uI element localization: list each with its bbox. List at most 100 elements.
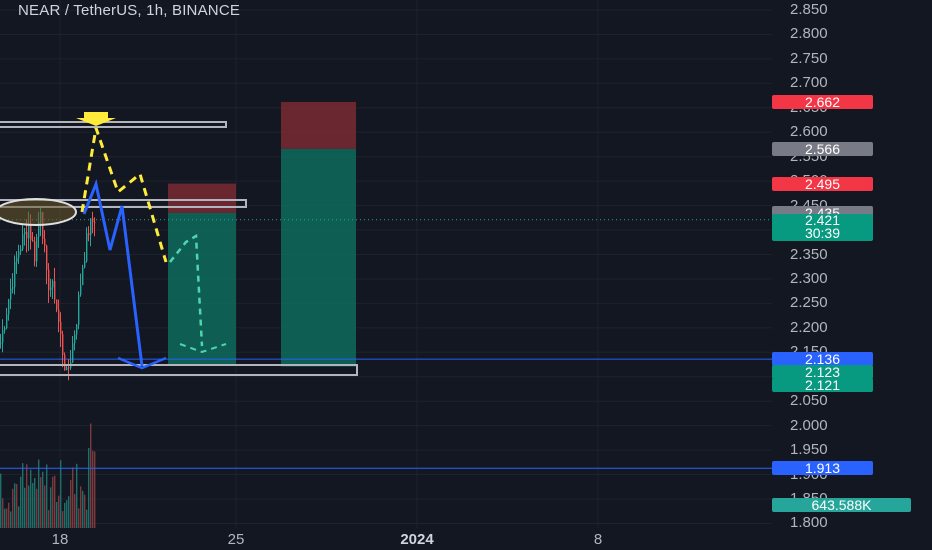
volume-bar <box>14 483 16 528</box>
volume-bar <box>38 459 40 528</box>
candle-body <box>74 334 76 344</box>
volume-bar <box>32 483 34 528</box>
price-tick-label: 1.950 <box>790 441 828 459</box>
candle-body <box>58 309 60 322</box>
volume-bar <box>6 508 8 528</box>
volume-bar <box>52 476 54 528</box>
price-tick-label: 2.750 <box>790 49 828 67</box>
candle-body <box>46 245 48 270</box>
candle-body <box>20 248 22 252</box>
resistance-box <box>0 121 227 128</box>
price-tick-label: 2.350 <box>790 245 828 263</box>
candle-body <box>66 367 68 371</box>
candle-body <box>54 281 56 300</box>
candle-body <box>34 241 36 262</box>
volume-bar <box>22 463 24 528</box>
volume-bar <box>2 498 4 528</box>
blue-projection-path <box>82 178 144 367</box>
price-tick-label: 2.850 <box>790 1 828 18</box>
price-tick-label: 2.300 <box>790 269 828 287</box>
volume-bar <box>80 486 82 528</box>
volume-bar <box>94 451 96 528</box>
candle-body <box>72 343 74 363</box>
price-tag-stop-price-2: 2.495 <box>772 175 873 192</box>
volume-bar <box>20 476 22 528</box>
volume-bar <box>88 447 90 528</box>
price-tag-stop-price: 2.662 <box>772 93 873 110</box>
volume-bar <box>30 469 32 528</box>
stop-zone-2 <box>281 101 356 149</box>
price-tick-label: 2.250 <box>790 294 828 312</box>
volume-bar <box>78 508 80 528</box>
candle-body <box>52 281 54 288</box>
candle-body <box>48 269 50 291</box>
yellow-projection-path <box>80 127 168 263</box>
volume-bar <box>76 463 78 528</box>
candlestick-series <box>0 208 96 381</box>
price-tag-value: 1.913 <box>804 460 841 477</box>
candle-body <box>8 299 10 315</box>
volume-bar <box>74 494 76 528</box>
candle-body <box>50 287 52 291</box>
volume-bar <box>12 488 14 528</box>
candle-body <box>82 267 84 286</box>
volume-bar <box>42 471 44 528</box>
volume-bar <box>16 483 18 528</box>
price-tag-target-price-2: 2.121 <box>772 378 873 393</box>
candle-body <box>90 218 92 236</box>
chart-grid <box>0 0 772 528</box>
volume-bar <box>56 501 58 528</box>
volume-bars <box>0 423 96 528</box>
candle-body <box>12 287 14 289</box>
price-tick-label: 2.800 <box>790 25 828 43</box>
symbol-title[interactable]: NEAR / TetherUS, 1h, BINANCE <box>18 2 240 19</box>
candle-body <box>30 225 32 241</box>
volume-bar <box>82 490 84 528</box>
price-tick-label: 2.050 <box>790 392 828 410</box>
candle-body <box>88 233 90 236</box>
price-tag-last-price: 2.421 30:39 <box>772 213 873 241</box>
volume-bar <box>72 467 74 528</box>
price-tag-stop-price-alt: 2.566 <box>772 140 873 157</box>
time-tick-label: 2024 <box>400 531 434 548</box>
price-tag-value: 2.566 <box>804 140 841 157</box>
volume-bar <box>70 480 72 528</box>
candle-body <box>22 234 24 249</box>
volume-bar <box>36 488 38 528</box>
time-tick-label: 18 <box>51 531 69 548</box>
candle-body <box>16 257 18 262</box>
candle-body <box>78 294 80 325</box>
volume-bar <box>0 473 2 528</box>
volume-bar <box>90 423 92 528</box>
volume-bar <box>24 487 26 528</box>
volume-bar <box>28 485 30 528</box>
volume-bar <box>58 495 60 528</box>
candle-body <box>62 334 64 355</box>
volume-bar <box>64 502 66 528</box>
volume-bar <box>68 496 70 528</box>
volume-bar <box>10 511 12 528</box>
price-tick-label: 1.800 <box>790 514 828 532</box>
support-box <box>0 364 358 376</box>
candle-body <box>24 231 26 235</box>
candle-body <box>94 222 96 224</box>
price-tag-value: 2.662 <box>804 93 841 110</box>
candle-body <box>2 330 4 343</box>
candle-body <box>92 218 94 223</box>
volume-bar <box>84 494 86 528</box>
price-tag-lower-line: 1.913 <box>772 460 873 477</box>
volume-bar <box>54 475 56 528</box>
volume-bar <box>62 511 64 528</box>
price-tag-value: 2.495 <box>804 175 841 192</box>
volume-bar <box>4 508 6 528</box>
candle-body <box>6 314 8 329</box>
candle-body <box>64 354 66 371</box>
volume-bar <box>92 450 94 528</box>
volume-bar <box>66 500 68 528</box>
candle-body <box>56 299 58 310</box>
volume-bar <box>26 464 28 528</box>
volume-bar <box>40 477 42 528</box>
candle-body <box>4 328 6 331</box>
volume-bar <box>44 485 46 528</box>
price-tick-label: 2.700 <box>790 74 828 92</box>
